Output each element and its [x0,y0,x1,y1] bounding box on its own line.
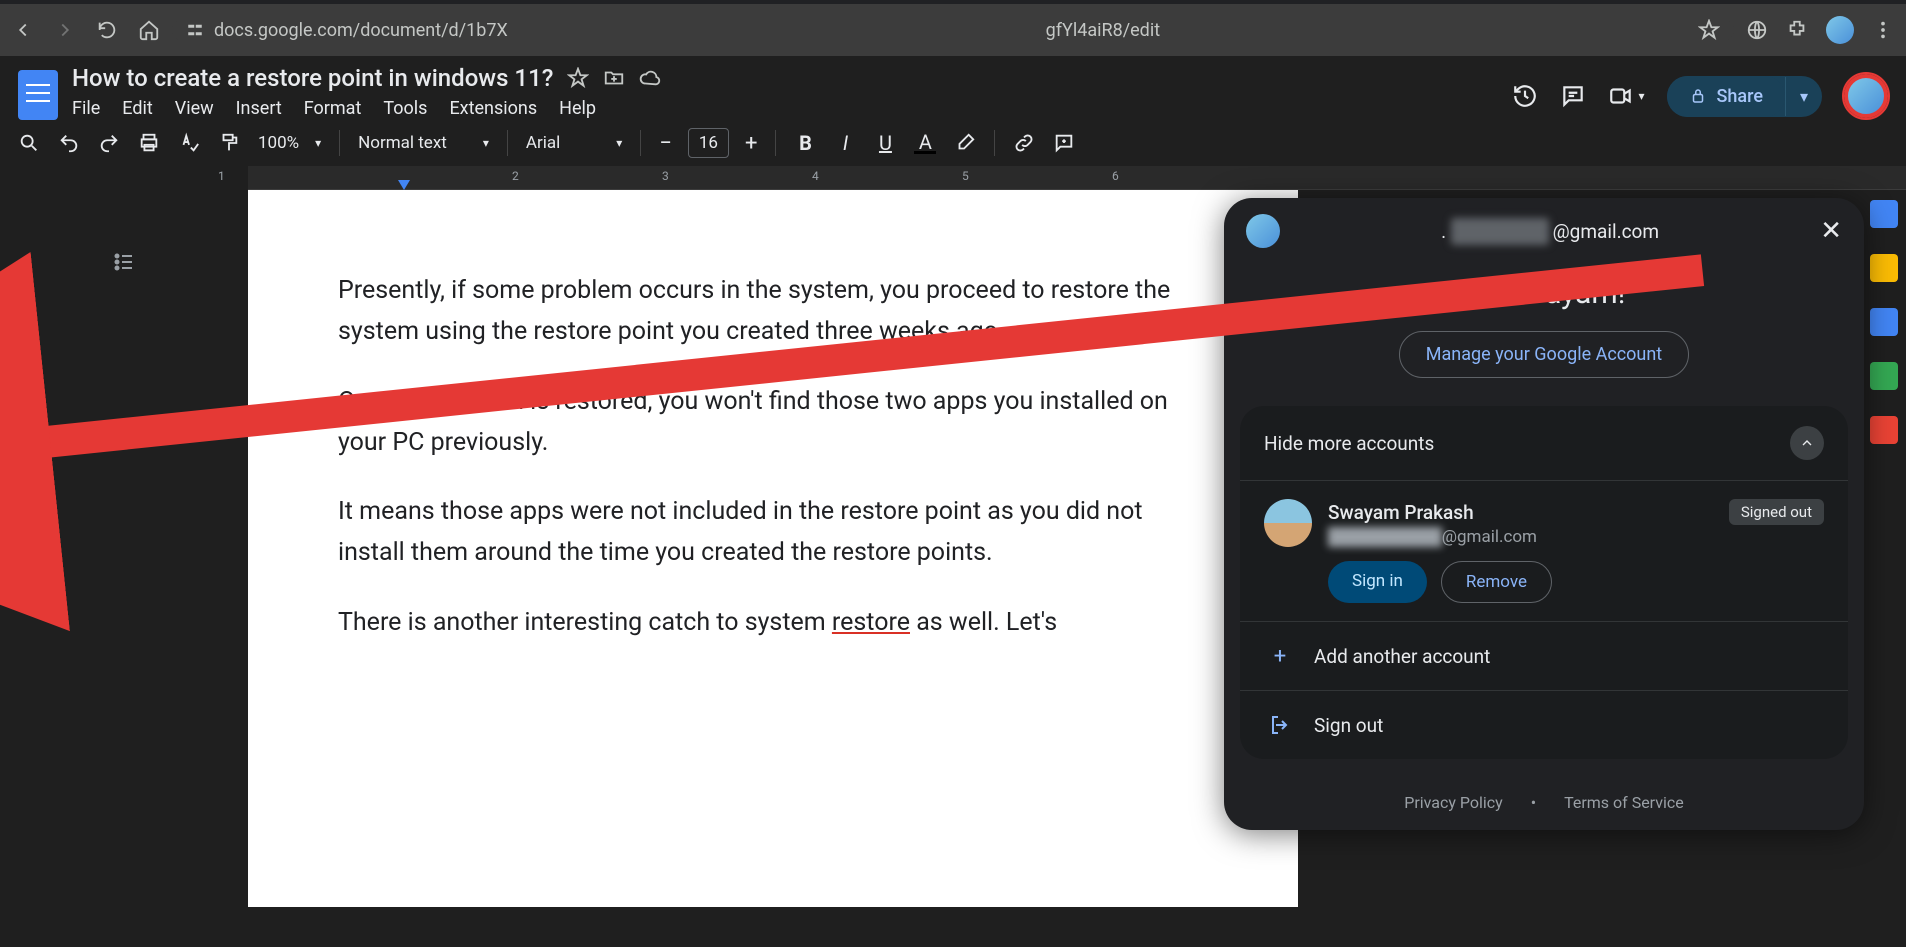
maps-tab-icon[interactable] [1870,416,1898,444]
extensions-icon[interactable] [1786,19,1808,41]
share-dropdown[interactable]: ▾ [1785,77,1822,116]
contacts-tab-icon[interactable] [1870,362,1898,390]
calendar-tab-icon[interactable] [1870,200,1898,228]
browser-actions [1746,16,1894,44]
browser-profile-avatar[interactable] [1826,16,1854,44]
red-arrow-annotation [0,0,1766,839]
account-avatar[interactable] [1844,74,1888,118]
menu-dots-icon[interactable] [1872,19,1894,41]
tasks-tab-icon[interactable] [1870,308,1898,336]
close-icon[interactable]: ✕ [1820,216,1842,246]
side-panel-tabs [1870,200,1898,444]
keep-tab-icon[interactable] [1870,254,1898,282]
chevron-up-icon [1790,426,1824,460]
